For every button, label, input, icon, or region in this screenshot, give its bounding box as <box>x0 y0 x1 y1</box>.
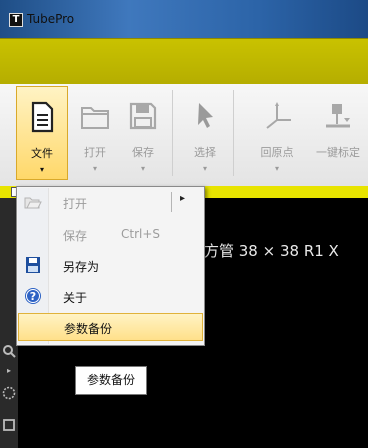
origin-axis-icon <box>266 102 291 129</box>
chevron-down-icon: ▾ <box>92 164 97 173</box>
menu-item-label: 打开 <box>63 197 88 211</box>
file-button-label: 文件 <box>31 147 53 160</box>
circle-tool-icon[interactable] <box>2 386 16 400</box>
ribbon-tab-strip <box>0 38 368 85</box>
calibrate-button[interactable]: 一键标定 <box>308 86 368 180</box>
origin-button-label: 回原点 <box>260 146 294 159</box>
part-description: 方管 38 × 38 R1 X <box>204 242 339 260</box>
window-title: TubePro <box>27 12 75 26</box>
file-button[interactable]: 文件 ▾ <box>16 86 68 180</box>
submenu-divider <box>171 192 172 212</box>
open-button[interactable]: 打开 ▾ <box>70 86 120 180</box>
ribbon: 文件 ▾ 打开 ▾ 保存 ▾ 选择 ▾ 回原点 ▾ 一键标定 <box>0 84 368 187</box>
ribbon-separator <box>172 90 173 176</box>
floppy-save-icon <box>129 102 157 130</box>
menu-item-save[interactable]: 保存 Ctrl+S <box>18 220 203 248</box>
select-button[interactable]: 选择 ▾ <box>180 86 230 180</box>
origin-button[interactable]: 回原点 ▾ <box>252 86 302 180</box>
menu-item-shortcut: Ctrl+S <box>121 227 161 241</box>
file-menu: 打开 ▸ 保存 Ctrl+S 另存为 ? 关于 参数备份 <box>16 186 205 346</box>
save-as-icon <box>26 257 40 273</box>
menu-item-about[interactable]: ? 关于 <box>18 282 203 310</box>
save-button[interactable]: 保存 ▾ <box>118 86 168 180</box>
menu-item-save-as[interactable]: 另存为 <box>18 251 203 279</box>
document-icon <box>31 101 54 133</box>
chevron-down-icon: ▾ <box>140 164 145 173</box>
svg-text:?: ? <box>30 290 36 303</box>
chevron-down-icon: ▾ <box>39 165 44 174</box>
chevron-down-icon: ▾ <box>202 164 207 173</box>
ribbon-separator <box>233 90 234 176</box>
tooltip: 参数备份 <box>75 366 147 395</box>
save-button-label: 保存 <box>132 146 154 159</box>
expand-arrow-icon[interactable]: ▸ <box>2 364 16 378</box>
folder-icon <box>81 107 109 129</box>
submenu-arrow-icon: ▸ <box>180 193 186 204</box>
help-icon: ? <box>25 288 41 304</box>
calibrate-button-label: 一键标定 <box>316 146 360 159</box>
menu-item-label: 关于 <box>63 291 88 305</box>
select-button-label: 选择 <box>194 146 216 159</box>
calibrate-icon <box>326 104 350 128</box>
square-tool-icon[interactable] <box>2 418 16 432</box>
zoom-icon[interactable] <box>2 344 16 358</box>
menu-item-label: 保存 <box>63 229 88 243</box>
open-folder-icon <box>24 197 42 209</box>
menu-item-label: 参数备份 <box>64 322 113 336</box>
open-button-label: 打开 <box>84 146 106 159</box>
app-icon: T <box>9 13 23 27</box>
cursor-arrow-icon <box>198 103 213 128</box>
menu-item-label: 另存为 <box>63 260 100 274</box>
menu-item-param-backup[interactable]: 参数备份 <box>18 313 203 341</box>
menu-item-open[interactable]: 打开 ▸ <box>18 188 203 216</box>
title-bar: T TubePro <box>0 0 368 38</box>
chevron-down-icon: ▾ <box>274 164 279 173</box>
